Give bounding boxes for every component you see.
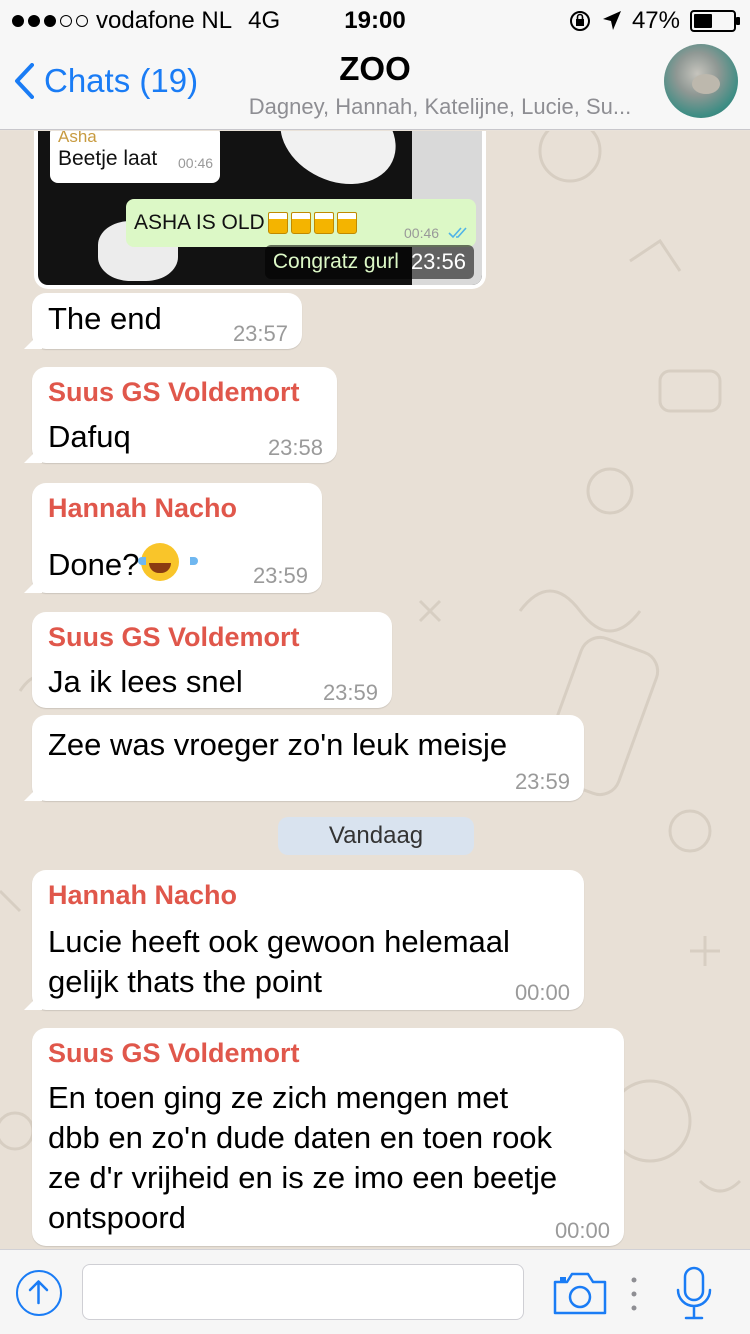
battery-percent: 47% [631,7,680,34]
message-time: 23:58 [267,435,323,460]
double-check-icon [448,227,467,239]
image-time: 23:56 [410,249,466,274]
input-bar [0,1249,750,1334]
message-text: The end [48,301,162,336]
upload-button[interactable] [16,1270,62,1316]
chat-area[interactable]: Asha Beetje laat 00:46 ASHA IS OLD 00:46… [0,131,750,1249]
message-input[interactable] [82,1264,524,1320]
group-avatar[interactable] [664,44,738,118]
chat-participants[interactable]: Dagney, Hannah, Katelijne, Lucie, Su... [215,94,665,120]
quoted-time: 00:46 [178,155,214,171]
message-time: 00:00 [514,980,570,1005]
message-sender[interactable]: Suus GS Voldemort [48,622,300,653]
message-time: 23:59 [322,680,378,705]
message-time: 00:00 [554,1218,610,1243]
message-bubble[interactable]: Hannah Nacho Done? 23:59 [24,483,322,593]
quoted-sender: Asha [58,131,97,146]
message-sender[interactable]: Hannah Nacho [48,880,237,911]
message-text: Zee was vroeger zo'n leuk meisje [48,727,508,762]
nav-bar: Chats (19) ZOO Dagney, Hannah, Katelijne… [0,40,750,130]
tears-of-joy-emoji-icon [138,543,199,581]
message-time: 23:57 [232,321,288,346]
back-button[interactable]: Chats (19) [14,62,198,100]
message-text: Done? [48,543,199,585]
status-right: 47% [568,7,740,35]
quoted-message: Asha Beetje laat 00:46 [50,131,220,183]
arrow-up-icon [28,1280,49,1305]
message-bubble[interactable]: Suus GS Voldemort En toen ging ze zich m… [32,1028,624,1246]
message-text: Lucie heeft ook gewoon helemaal gelijk t… [48,924,510,999]
message-sender[interactable]: Suus GS Voldemort [48,377,300,408]
orientation-lock-icon [569,11,590,31]
message-time: 23:59 [252,563,308,588]
message-text: Dafuq [48,419,131,454]
outgoing-screenshot-text: ASHA IS OLD [134,211,357,235]
quoted-text: Beetje laat [58,147,158,170]
outgoing-screenshot-time: 00:46 [404,225,440,241]
message-bubble[interactable]: Suus GS Voldemort Dafuq 23:58 [24,367,337,463]
message-text: En toen ging ze zich mengen met dbb en z… [48,1080,558,1235]
image-thumbnail[interactable]: Asha Beetje laat 00:46 ASHA IS OLD 00:46… [38,131,482,285]
chevron-left-icon [15,63,34,99]
microphone-icon[interactable] [672,1264,716,1324]
message-bubble[interactable]: The end 23:57 [24,293,302,349]
image-message[interactable]: Asha Beetje laat 00:46 ASHA IS OLD 00:46… [34,131,486,289]
status-bar: vodafone NL 4G 19:00 47% [0,0,750,40]
camera-icon[interactable] [552,1270,608,1316]
message-bubble[interactable]: Zee was vroeger zo'n leuk meisje 23:59 [24,715,584,801]
outgoing-screenshot-message: ASHA IS OLD 00:46 [126,199,476,247]
message-text: Ja ik lees snel [48,664,243,699]
back-button-label: Chats (19) [44,62,199,99]
message-bubble[interactable]: Suus GS Voldemort Ja ik lees snel 23:59 [32,612,392,708]
battery-icon [690,10,740,32]
image-caption-text: Congratz gurl [272,250,399,273]
date-divider: Vandaag [278,817,474,855]
image-caption: Congratz gurl 23:56 [264,245,474,279]
location-arrow-icon [602,11,621,30]
message-sender[interactable]: Suus GS Voldemort [48,1038,300,1069]
more-options-icon[interactable] [624,1272,644,1316]
message-bubble[interactable]: Hannah Nacho Lucie heeft ook gewoon hele… [24,870,584,1010]
chat-title[interactable]: ZOO [200,50,550,88]
message-sender[interactable]: Hannah Nacho [48,493,237,524]
message-time: 23:59 [514,769,570,794]
